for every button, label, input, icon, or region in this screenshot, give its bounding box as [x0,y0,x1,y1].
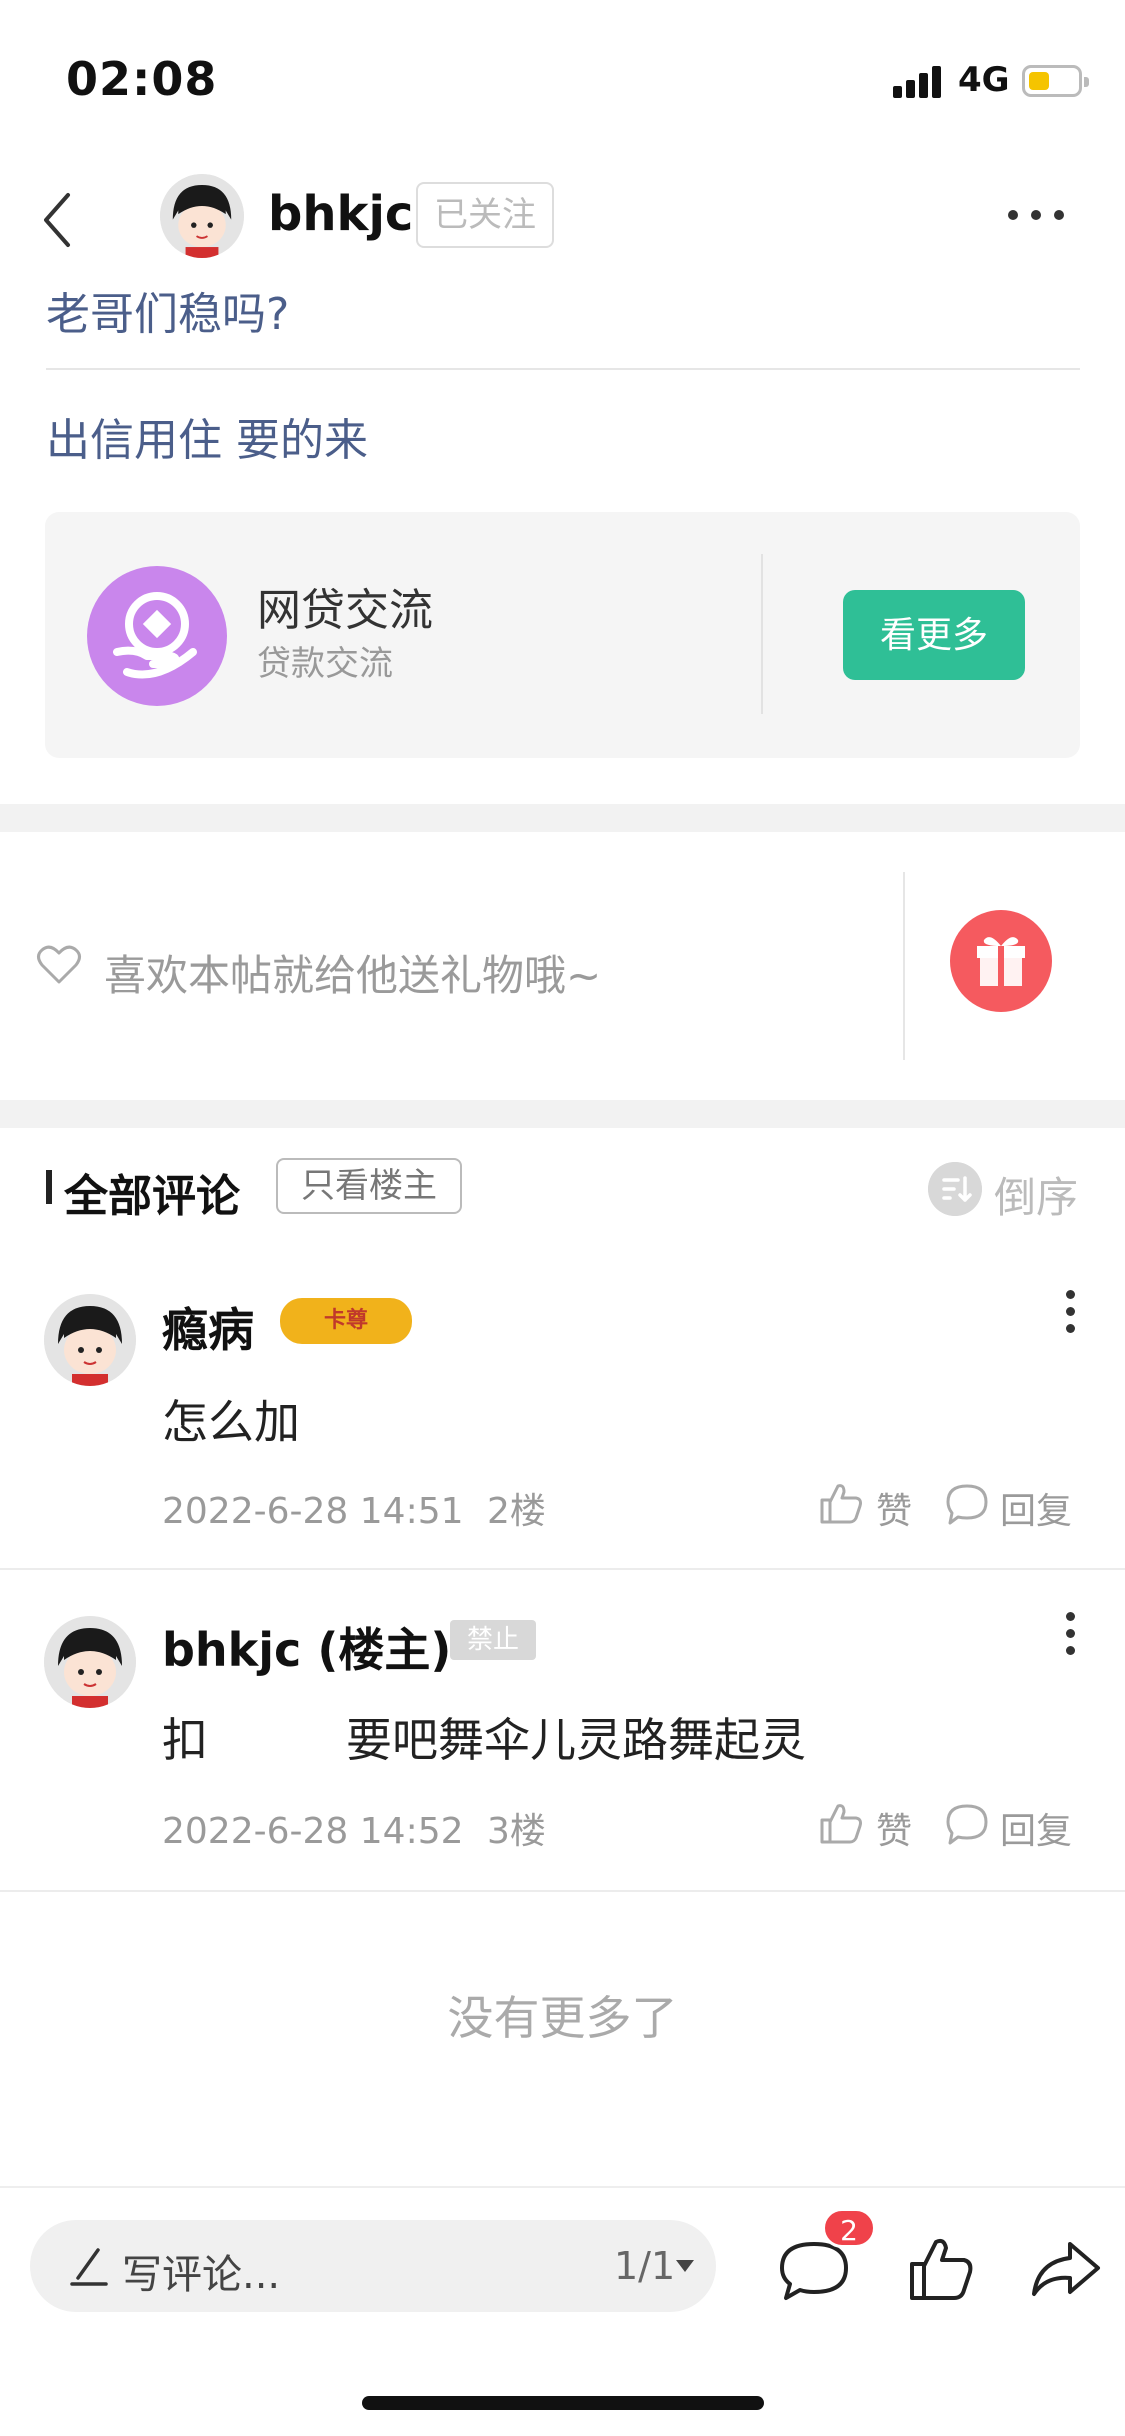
no-more-text: 没有更多了 [447,1991,678,2045]
more-options-icon[interactable] [1008,210,1064,222]
comment-more-icon[interactable] [1064,1290,1076,1334]
like-label[interactable]: 赞 [876,1482,912,1534]
thumbs-up-icon[interactable] [818,1800,864,1846]
gift-divider [903,872,905,1060]
chevron-down-icon[interactable] [676,2260,694,2272]
back-icon[interactable] [38,190,78,250]
comments-title: 全部评论 [64,1171,240,1222]
forum-subtitle: 贷款交流 [257,644,393,684]
gift-prompt: 喜欢本帖就给他送礼物哦~ [104,951,602,1000]
thumbs-up-icon[interactable] [906,2234,976,2304]
comment-text: 怎么加 [162,1395,300,1449]
section-gap [0,1100,1125,1128]
comments-icon[interactable] [778,2240,850,2302]
banned-badge: 禁止 [450,1620,536,1660]
sort-order-label[interactable]: 倒序 [994,1164,1078,1225]
forum-name: 网贷交流 [257,585,433,636]
status-time: 02:08 [66,52,218,106]
forum-card[interactable]: 网贷交流 贷款交流 看更多 [45,512,1080,758]
heart-icon[interactable] [36,944,82,986]
forum-logo-icon [87,566,227,706]
commenter-avatar[interactable] [44,1294,136,1386]
post-body: 出信用住 要的来 [46,415,368,466]
gift-icon [977,937,1025,986]
comment-time: 2022-6-28 14:52 [162,1811,464,1852]
follow-status-button[interactable]: 已关注 [416,182,554,248]
commenter-name[interactable]: bhkjc (楼主) [162,1614,451,1680]
network-label: 4G [958,60,1010,100]
op-only-button[interactable]: 只看楼主 [276,1158,462,1214]
comment-text: 扣 要吧舞伞儿灵路舞起灵 [162,1713,806,1767]
comment-time: 2022-6-28 14:51 [162,1491,464,1532]
battery-icon [1022,65,1089,97]
see-more-button[interactable]: 看更多 [843,590,1025,680]
thumbs-up-icon[interactable] [818,1480,864,1526]
home-indicator[interactable] [362,2396,764,2410]
comment-meta: 2022-6-28 14:51 2楼 [162,1482,546,1534]
send-gift-button[interactable] [950,910,1052,1012]
row-divider [0,1568,1125,1570]
signal-icon [893,66,945,98]
comment-more-icon[interactable] [1064,1612,1076,1656]
status-bar: 02:08 4G [0,0,1125,150]
author-username[interactable]: bhkjc [268,186,413,242]
comment-meta: 2022-6-28 14:52 3楼 [162,1802,546,1854]
share-icon[interactable] [1030,2238,1102,2300]
comment-input-placeholder: 写评论... [122,2252,281,2298]
post-title: 老哥们稳吗? [46,289,290,340]
commenter-avatar[interactable] [44,1616,136,1708]
reply-label[interactable]: 回复 [1000,1482,1072,1534]
reply-icon[interactable] [944,1482,990,1526]
row-divider [0,1890,1125,1892]
screen: 02:08 4G bhkjc 已关注 老哥们稳吗? 出信用住 要的来 网贷交流 … [0,0,1125,2436]
card-divider [761,554,763,714]
reply-icon[interactable] [944,1802,990,1846]
comment-input[interactable]: 写评论... 1/1 [30,2220,716,2312]
divider [46,368,1080,370]
like-label[interactable]: 赞 [876,1802,912,1854]
author-avatar[interactable] [160,174,244,258]
pen-icon [70,2248,108,2286]
reply-label[interactable]: 回复 [1000,1802,1072,1854]
comment-count-badge: 2 [822,2208,876,2248]
page-indicator[interactable]: 1/1 [614,2244,675,2288]
section-gap [0,804,1125,832]
comment-floor: 2楼 [486,1491,546,1532]
comment-floor: 3楼 [486,1811,546,1852]
level-badge: 卡尊 [280,1298,412,1344]
sort-icon[interactable] [928,1162,982,1216]
post-header: bhkjc 已关注 [0,160,1125,270]
section-marker [46,1170,52,1204]
commenter-name[interactable]: 瘾病 [162,1294,254,1360]
